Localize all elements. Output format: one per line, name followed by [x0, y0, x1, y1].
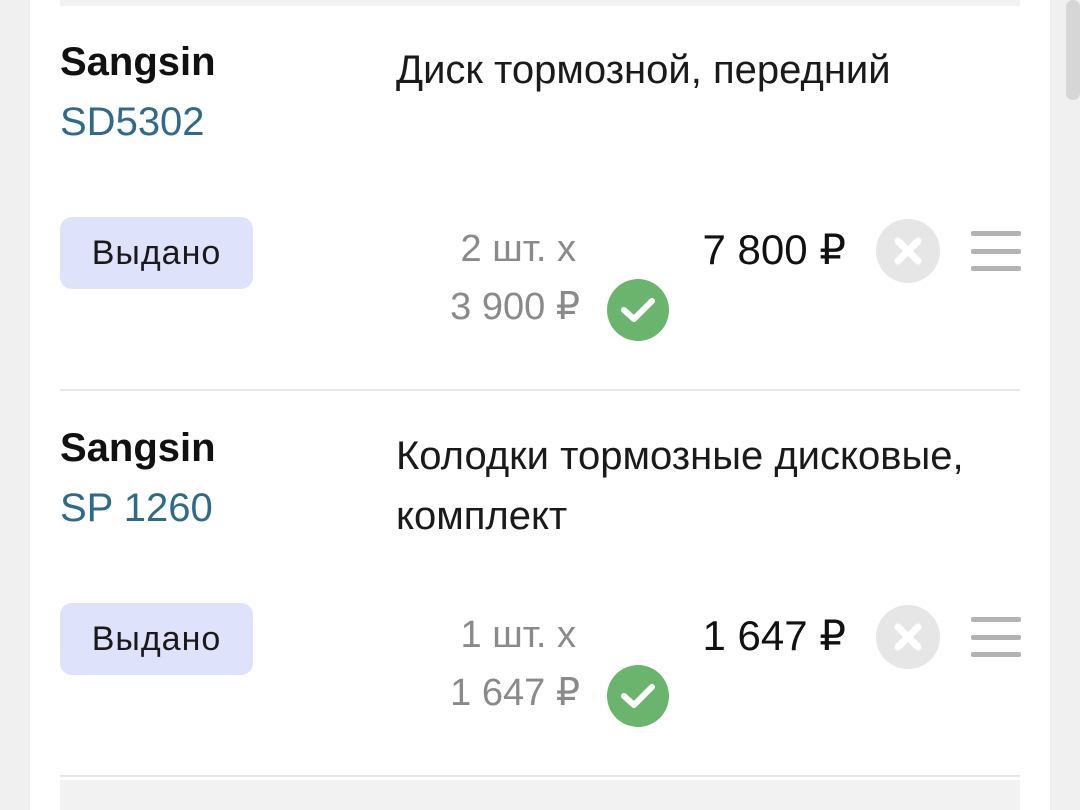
- item-quantity: 2 шт. x: [460, 228, 576, 270]
- scrollbar[interactable]: [1066, 0, 1080, 100]
- previous-item-edge: [60, 0, 1020, 6]
- item-quantity: 1 шт. x: [460, 614, 576, 656]
- divider: [60, 775, 1020, 777]
- item-total: 7 800 ₽: [702, 226, 847, 273]
- order-item: Sangsin SP 1260 Колодки тормозные дисков…: [30, 386, 1050, 766]
- item-description: Колодки тормозные дисковые, комплект: [396, 434, 964, 538]
- check-circle-icon: [607, 279, 669, 341]
- next-item-edge: [60, 780, 1020, 810]
- close-icon: [894, 623, 922, 651]
- item-part-code[interactable]: SD5302: [60, 100, 205, 145]
- order-items-panel: Sangsin SD5302 Диск тормозной, передний …: [30, 0, 1050, 810]
- item-brand: Sangsin: [60, 40, 216, 84]
- item-unit-price: 1 647 ₽: [450, 672, 580, 714]
- check-circle-icon: [607, 665, 669, 727]
- remove-item-button[interactable]: [876, 219, 940, 283]
- item-unit-price: 3 900 ₽: [450, 286, 580, 328]
- close-icon: [894, 237, 922, 265]
- item-brand: Sangsin: [60, 426, 216, 470]
- remove-item-button[interactable]: [876, 605, 940, 669]
- item-total: 1 647 ₽: [702, 612, 847, 659]
- status-badge: Выдано: [60, 603, 253, 675]
- item-menu-button[interactable]: [971, 617, 1021, 657]
- item-part-code[interactable]: SP 1260: [60, 486, 213, 531]
- item-description: Диск тормозной, передний: [396, 48, 891, 92]
- status-badge: Выдано: [60, 217, 253, 289]
- order-item: Sangsin SD5302 Диск тормозной, передний …: [30, 0, 1050, 380]
- item-menu-button[interactable]: [971, 231, 1021, 271]
